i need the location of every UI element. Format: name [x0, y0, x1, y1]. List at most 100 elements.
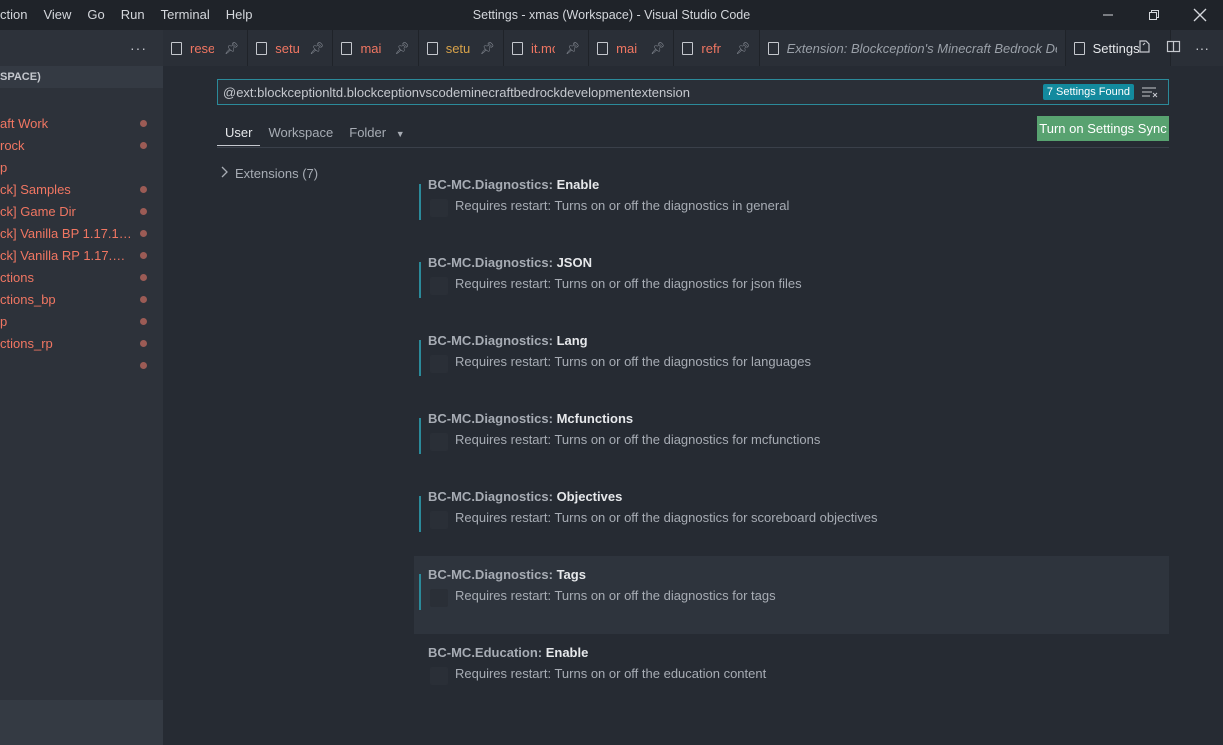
- modified-dot-icon: [140, 185, 147, 193]
- list-item[interactable]: aft Work: [0, 112, 163, 134]
- menu-selection[interactable]: ction: [0, 0, 35, 30]
- setting-description: Requires restart: Turns on or off the di…: [455, 354, 812, 369]
- list-item[interactable]: ck] Samples: [0, 178, 163, 200]
- settings-scope-tabs: User Workspace Folder ▼: [217, 124, 413, 146]
- setting-item: BC-MC.Diagnostics: Mcfunctions Requires …: [414, 400, 1169, 478]
- tab-workspace[interactable]: Workspace: [260, 124, 341, 146]
- setting-title: BC-MC.Diagnostics: Mcfunctions: [428, 411, 634, 426]
- pin-icon[interactable]: 📌︎: [309, 41, 324, 55]
- setting-checkbox[interactable]: [430, 667, 448, 685]
- list-item[interactable]: [0, 354, 163, 376]
- pin-icon[interactable]: 📌︎: [224, 41, 239, 55]
- tab-file-3[interactable]: mai 📌︎: [333, 30, 419, 66]
- toc-extensions[interactable]: Extensions (7): [221, 166, 318, 181]
- explorer-sidebar: ··· SPACE) aft Work rock p ck] Samples c…: [0, 30, 163, 745]
- list-item[interactable]: ctions: [0, 266, 163, 288]
- menu-bar: ction View Go Run Terminal Help: [0, 0, 261, 30]
- setting-title: BC-MC.Diagnostics: Objectives: [428, 489, 623, 504]
- setting-title: BC-MC.Diagnostics: Lang: [428, 333, 588, 348]
- menu-go[interactable]: Go: [79, 0, 112, 30]
- tab-file-6[interactable]: mai 📌︎: [589, 30, 675, 66]
- minimize-icon[interactable]: [1085, 0, 1131, 30]
- pin-icon[interactable]: 📌︎: [480, 41, 495, 55]
- setting-item: BC-MC.Diagnostics: Lang Requires restart…: [414, 322, 1169, 400]
- menu-view[interactable]: View: [35, 0, 79, 30]
- modified-indicator: [419, 262, 421, 298]
- tab-file-1[interactable]: rese 📌︎: [163, 30, 249, 66]
- settings-search-box: 7 Settings Found: [217, 79, 1169, 105]
- tab-folder[interactable]: Folder ▼: [341, 124, 412, 146]
- split-editor-icon[interactable]: [1166, 39, 1181, 57]
- setting-checkbox[interactable]: [430, 589, 448, 607]
- menu-run[interactable]: Run: [113, 0, 153, 30]
- file-icon: [256, 41, 268, 55]
- setting-description: Requires restart: Turns on or off the di…: [455, 276, 802, 291]
- modified-dot-icon: [140, 295, 147, 303]
- modified-dot-icon: [140, 273, 147, 281]
- restore-icon[interactable]: [1131, 0, 1177, 30]
- tab-file-2[interactable]: setu 📌︎: [248, 30, 334, 66]
- file-icon: [511, 41, 523, 55]
- modified-dot-icon: [140, 119, 147, 127]
- tab-file-4[interactable]: setu 📌︎: [419, 30, 504, 66]
- close-icon[interactable]: [1177, 0, 1223, 30]
- setting-description: Requires restart: Turns on or off the di…: [455, 432, 821, 447]
- file-icon: [767, 41, 779, 55]
- pin-icon[interactable]: 📌︎: [565, 41, 580, 55]
- turn-on-settings-sync-button[interactable]: Turn on Settings Sync: [1037, 116, 1169, 141]
- menu-help[interactable]: Help: [218, 0, 261, 30]
- list-item[interactable]: rock: [0, 134, 163, 156]
- modified-dot-icon: [140, 317, 147, 325]
- modified-dot-icon: [140, 207, 147, 215]
- setting-item: BC-MC.Diagnostics: Enable Requires resta…: [414, 166, 1169, 244]
- menu-terminal[interactable]: Terminal: [153, 0, 218, 30]
- open-settings-json-icon[interactable]: [1137, 39, 1152, 57]
- sidebar-more-button[interactable]: ···: [0, 30, 163, 66]
- file-icon: [1073, 41, 1085, 55]
- list-item[interactable]: p: [0, 310, 163, 332]
- tab-file-5[interactable]: it.mc📌︎: [504, 30, 590, 66]
- list-item[interactable]: ctions_bp: [0, 288, 163, 310]
- file-icon: [597, 41, 609, 55]
- explorer-list: aft Work rock p ck] Samples ck] Game Dir…: [0, 88, 163, 376]
- setting-checkbox[interactable]: [430, 511, 448, 529]
- pin-icon[interactable]: 📌︎: [735, 41, 750, 55]
- setting-item: BC-MC.Diagnostics: Objectives Requires r…: [414, 478, 1169, 556]
- modified-indicator: [419, 496, 421, 532]
- divider: [217, 147, 1169, 148]
- setting-checkbox[interactable]: [430, 199, 448, 217]
- tab-user[interactable]: User: [217, 124, 261, 146]
- tab-file-7[interactable]: refr 📌︎: [674, 30, 760, 66]
- list-item[interactable]: ck] Vanilla RP 1.17.10...: [0, 244, 163, 266]
- list-item[interactable]: p: [0, 156, 163, 178]
- settings-search-input[interactable]: [218, 80, 1043, 104]
- workspace-section-header[interactable]: SPACE): [0, 66, 163, 88]
- setting-title: BC-MC.Education: Enable: [428, 645, 589, 660]
- modified-dot-icon: [140, 229, 147, 237]
- setting-description: Requires restart: Turns on or off the di…: [455, 588, 776, 603]
- setting-title: BC-MC.Diagnostics: Enable: [428, 177, 600, 192]
- more-actions-icon[interactable]: ···: [1195, 40, 1209, 56]
- settings-editor: 7 Settings Found User Workspace Folder ▼…: [163, 66, 1223, 745]
- pin-icon[interactable]: 📌︎: [394, 41, 409, 55]
- setting-checkbox[interactable]: [430, 433, 448, 451]
- file-icon: [341, 41, 353, 55]
- file-icon: [171, 41, 182, 55]
- settings-count-badge: 7 Settings Found: [1042, 84, 1134, 100]
- clear-filter-icon[interactable]: [1142, 86, 1158, 98]
- chevron-right-icon: [221, 166, 229, 181]
- modified-indicator: [419, 418, 421, 454]
- list-item[interactable]: ctions_rp: [0, 332, 163, 354]
- title-bar: ction View Go Run Terminal Help Settings…: [0, 0, 1223, 30]
- sidebar-bottom-panel: [0, 700, 163, 745]
- setting-checkbox[interactable]: [430, 355, 448, 373]
- tab-extension[interactable]: Extension: Blockception's Minecraft Bedr…: [760, 30, 1066, 66]
- window-controls: [1085, 0, 1223, 30]
- setting-checkbox[interactable]: [430, 277, 448, 295]
- list-item[interactable]: ck] Vanilla BP 1.17.10...: [0, 222, 163, 244]
- modified-dot-icon: [140, 361, 147, 369]
- modified-indicator: [419, 574, 421, 610]
- list-item[interactable]: ck] Game Dir: [0, 200, 163, 222]
- setting-description: Requires restart: Turns on or off the ed…: [455, 666, 767, 681]
- pin-icon[interactable]: 📌︎: [650, 41, 665, 55]
